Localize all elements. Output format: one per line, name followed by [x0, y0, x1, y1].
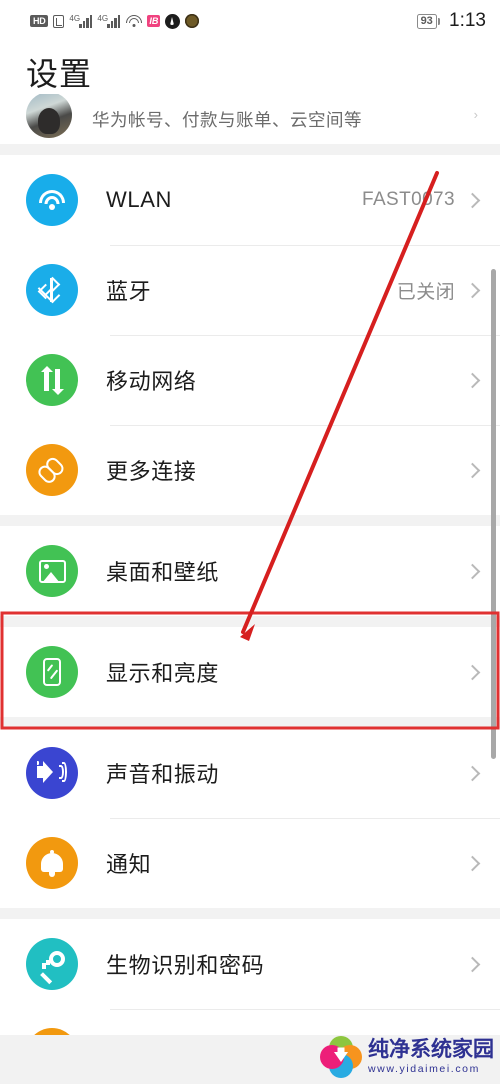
battery-level: 93 [416, 13, 437, 29]
row-label: WLAN [106, 187, 172, 212]
row-label: 通知 [106, 852, 152, 877]
signal-sim1-label: 4G [69, 13, 81, 23]
chevron-right-icon [464, 664, 481, 680]
app-badge-icon: IB [147, 15, 161, 27]
chevron-right-icon [464, 192, 481, 208]
signal-sim2-label: 4G [97, 13, 109, 23]
watermark-brand: 纯净系统家园 [368, 1038, 494, 1062]
row-label: 更多连接 [106, 459, 197, 484]
row-value: 已关闭 [396, 281, 455, 303]
settings-group-sound: 声音和振动 通知 [0, 728, 500, 908]
battery-cap-icon [437, 17, 441, 25]
settings-group-display: 显示和亮度 [0, 627, 500, 717]
row-label: 蓝牙 [106, 279, 152, 304]
image-icon [26, 545, 78, 597]
row-label: 声音和振动 [106, 762, 220, 787]
watermark-url: www.yidaimei.com [368, 1063, 480, 1076]
sidebar-item-biometrics-and-password[interactable]: 生物识别和密码 [0, 919, 500, 1009]
grid-icon [26, 1028, 78, 1035]
watermark-text: 纯净系统家园 www.yidaimei.com [368, 1039, 494, 1075]
row-value: FAST0073 [362, 189, 455, 210]
chevron-right-icon: › [473, 106, 478, 122]
water-drop-icon [165, 13, 181, 29]
account-subtitle: 华为帐号、付款与账单、云空间等 [92, 109, 362, 130]
link-icon [26, 444, 78, 496]
settings-group-security: 生物识别和密码 应用 [0, 919, 500, 1035]
phone-brightness-icon [26, 646, 78, 698]
battery-indicator: 93 [416, 13, 441, 29]
sidebar-item-sound-and-vibration[interactable]: 声音和振动 [0, 728, 500, 818]
row-label: 移动网络 [106, 369, 197, 394]
chevron-right-icon [464, 282, 481, 298]
chevron-right-icon [464, 855, 481, 871]
signal-sim1-icon: 4G [69, 13, 93, 28]
status-bar-right-icons: 93 1:13 [416, 10, 486, 32]
settings-group-connectivity: WLAN FAST0073 蓝牙 已关闭 移动网络 更多连接 [0, 155, 500, 515]
sidebar-item-more-connections[interactable]: 更多连接 [0, 425, 500, 515]
key-icon [26, 938, 78, 990]
sidebar-item-mobile-network[interactable]: 移动网络 [0, 335, 500, 425]
phone-screen: HD 4G 4G IB 93 1:13 设置 华为帐号、付款与账单、云空间等 ›… [0, 0, 500, 1084]
status-bar-clock: 1:13 [449, 10, 486, 31]
settings-group-wallpaper: 桌面和壁纸 [0, 526, 500, 616]
data-transfer-icon [26, 354, 78, 406]
sidebar-item-wlan[interactable]: WLAN FAST0073 [0, 155, 500, 245]
row-label: 生物识别和密码 [106, 953, 265, 978]
speaker-icon [26, 747, 78, 799]
wifi-icon [26, 174, 78, 226]
status-bar: HD 4G 4G IB 93 1:13 [0, 0, 500, 42]
settings-list[interactable]: 华为帐号、付款与账单、云空间等 › WLAN FAST0073 蓝牙 已关闭 移… [0, 94, 500, 1035]
watermark: 纯净系统家园 www.yidaimei.com [320, 1036, 494, 1078]
account-row[interactable]: 华为帐号、付款与账单、云空间等 › [0, 94, 500, 144]
avatar [26, 94, 72, 138]
chevron-right-icon [464, 765, 481, 781]
page-header: 设置 [0, 42, 500, 94]
chevron-right-icon [464, 563, 481, 579]
bluetooth-icon [26, 264, 78, 316]
vertical-scrollbar[interactable] [491, 269, 496, 759]
watermark-logo-icon [320, 1036, 362, 1078]
page-title: 设置 [26, 56, 93, 92]
sidebar-item-display-and-brightness[interactable]: 显示和亮度 [0, 627, 500, 717]
wifi-icon [125, 14, 142, 28]
sidebar-item-notifications[interactable]: 通知 [0, 818, 500, 908]
signal-sim2-icon: 4G [97, 13, 121, 28]
row-label: 显示和亮度 [106, 661, 220, 686]
sidebar-item-home-screen-wallpaper[interactable]: 桌面和壁纸 [0, 526, 500, 616]
hd-voice-icon: HD [30, 15, 49, 27]
sim-card-icon [53, 14, 65, 28]
sidebar-item-apps[interactable]: 应用 [0, 1009, 500, 1035]
sidebar-item-bluetooth[interactable]: 蓝牙 已关闭 [0, 245, 500, 335]
row-label: 桌面和壁纸 [106, 560, 220, 585]
chevron-right-icon [464, 956, 481, 972]
chevron-right-icon [464, 462, 481, 478]
globe-icon [185, 14, 200, 28]
status-bar-left-icons: HD 4G 4G IB [30, 13, 200, 29]
chevron-right-icon [464, 372, 481, 388]
bell-icon [26, 837, 78, 889]
